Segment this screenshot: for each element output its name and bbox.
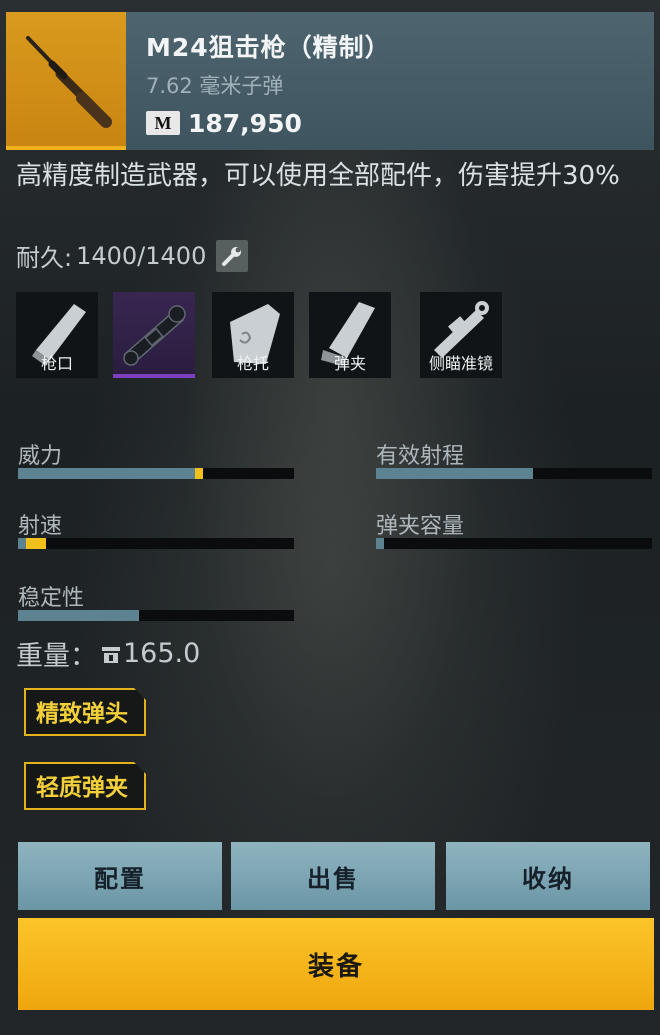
stat-label-stability: 稳定性 <box>18 586 85 611</box>
stat-bar-fill <box>376 538 385 549</box>
config-button[interactable]: 配置 <box>18 842 222 910</box>
durability-value: 1400/1400 <box>76 241 207 270</box>
attachment-slot-scope[interactable] <box>113 292 195 378</box>
equip-button[interactable]: 装备 <box>18 918 654 1010</box>
sell-button[interactable]: 出售 <box>231 842 435 910</box>
item-header: M24狙击枪（精制） 7.62 毫米子弹 M 187,950 <box>6 12 654 150</box>
perk-tag-magazine: 轻质弹夹 <box>24 762 146 810</box>
stat-label-fire-rate: 射速 <box>18 514 63 539</box>
attachment-slot-stock[interactable]: 枪托 <box>212 292 294 378</box>
weight-label: 重量： <box>16 641 97 672</box>
attachment-slot-side-scope[interactable]: 侧瞄准镜 <box>420 292 502 378</box>
currency-icon: M <box>146 111 180 135</box>
stat-bar-capacity <box>376 538 652 549</box>
durability: 耐久: 1400/1400 <box>16 238 249 273</box>
weight-icon <box>102 646 120 663</box>
attachment-label: 侧瞄准镜 <box>428 354 493 373</box>
stat-bar-bonus <box>26 538 46 549</box>
durability-label: 耐久: <box>16 244 73 272</box>
price-row: M 187,950 <box>146 108 302 138</box>
stat-bar-fill <box>18 610 140 621</box>
scope-icon <box>123 305 186 366</box>
attachment-slot-muzzle[interactable]: 枪口 <box>16 292 98 378</box>
stat-bar-fire-rate <box>18 538 294 549</box>
sniper-rifle-icon <box>26 36 112 128</box>
item-description: 高精度制造武器，可以使用全部配件，伤害提升30% <box>16 161 620 191</box>
ammo-type: 7.62 毫米子弹 <box>146 74 284 98</box>
weight-value: 165.0 <box>123 638 201 669</box>
weight: 重量： 165.0 <box>16 634 200 673</box>
stat-label-capacity: 弹夹容量 <box>376 514 465 539</box>
stat-bar-bonus <box>194 468 204 479</box>
stat-bar-power <box>18 468 294 479</box>
repair-button[interactable] <box>216 239 249 272</box>
attachment-label: 枪托 <box>236 354 269 373</box>
weapon-thumbnail <box>6 12 126 150</box>
weapon-name: M24狙击枪（精制） <box>146 33 391 62</box>
stat-bar-fill <box>18 468 195 479</box>
stat-bar-stability <box>18 610 294 621</box>
stat-bar-fill <box>376 468 534 479</box>
attachment-label: 枪口 <box>40 354 73 373</box>
stat-bar-range <box>376 468 652 479</box>
perk-tag-bullet: 精致弹头 <box>24 688 146 736</box>
price: 187,950 <box>188 108 302 138</box>
attachment-label: 弹夹 <box>333 354 366 373</box>
item-detail-panel: M24狙击枪（精制） 7.62 毫米子弹 M 187,950 高精度制造武器，可… <box>6 6 654 1028</box>
stat-label-range: 有效射程 <box>376 444 465 469</box>
attachment-slot-magazine[interactable]: 弹夹 <box>309 292 391 378</box>
wrench-icon <box>222 246 242 266</box>
stat-bar-fill <box>18 538 27 549</box>
store-button[interactable]: 收纳 <box>446 842 650 910</box>
stat-label-power: 威力 <box>18 444 63 469</box>
